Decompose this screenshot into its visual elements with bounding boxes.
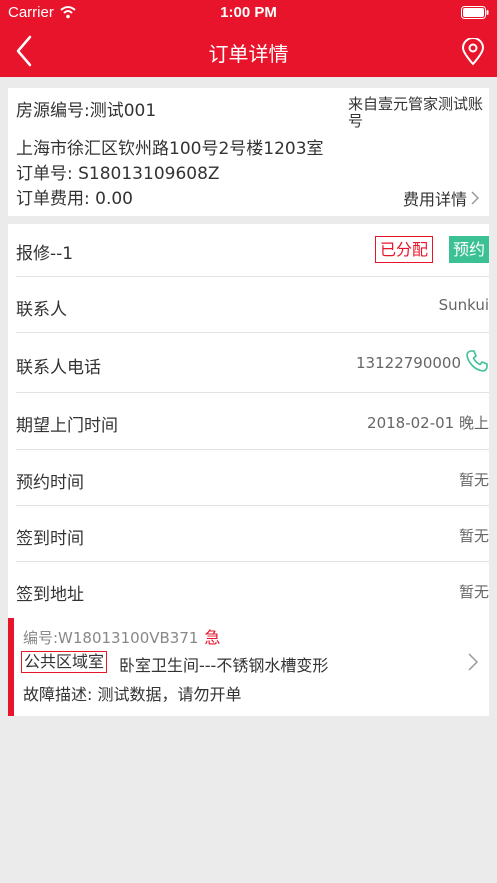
checkin-address-label: 签到地址: [16, 585, 84, 605]
fee-detail-label: 费用详情: [402, 190, 467, 209]
task-code-text: 编号:W18013100VB371: [23, 629, 199, 647]
order-fee: 订单费用: 0.00: [16, 189, 133, 209]
checkin-time-label: 签到时间: [16, 529, 84, 549]
status-time: 1:00 PM: [220, 4, 277, 21]
contact-phone-row[interactable]: 联系人电话 13122790000: [16, 333, 489, 393]
area-tag: 公共区域室: [21, 651, 108, 673]
order-summary-card: 房源编号:测试001 来自壹元管家测试账号 上海市徐汇区钦州路100号2号楼12…: [8, 88, 489, 216]
chevron-right-icon: [468, 653, 479, 671]
fee-detail-link[interactable]: 费用详情: [403, 186, 479, 210]
checkin-address-row: 签到地址 暂无: [16, 562, 489, 618]
repair-detail-card: 报修--1 已分配 预约 联系人 Sunkui 联系人电话 1312279000…: [8, 224, 489, 716]
expected-visit-value: 2018-02-01 晚上: [367, 414, 489, 432]
task-code: 编号:W18013100VB371 急: [23, 624, 220, 648]
status-badge-assigned: 已分配: [374, 236, 433, 263]
appointment-time-value: 暂无: [458, 471, 489, 489]
repair-task-item[interactable]: 编号:W18013100VB371 急 公共区域室 卧室卫生间---不锈钢水槽变形…: [8, 618, 489, 716]
house-code: 房源编号:测试001: [16, 101, 157, 121]
contact-phone-label: 联系人电话: [16, 358, 101, 378]
location-pin-icon[interactable]: [461, 38, 485, 66]
appointment-time-row: 预约时间 暂无: [16, 450, 489, 506]
checkin-time-value: 暂无: [458, 527, 489, 545]
contact-label: 联系人: [16, 300, 67, 320]
expected-visit-row: 期望上门时间 2018-02-01 晚上: [16, 393, 489, 450]
task-description: 故障描述: 测试数据，请勿开单: [23, 685, 242, 704]
contact-row: 联系人 Sunkui: [16, 277, 489, 333]
battery-icon: [461, 6, 489, 19]
status-bar: Carrier 1:00 PM: [0, 0, 497, 26]
urgent-label: 急: [204, 628, 221, 647]
repair-title: 报修--1: [16, 244, 74, 264]
appointment-time-label: 预约时间: [16, 473, 84, 493]
status-badge-booking: 预约: [448, 236, 489, 263]
chevron-right-icon: [471, 191, 479, 205]
contact-phone-value: 13122790000: [356, 354, 461, 372]
expected-visit-label: 期望上门时间: [16, 416, 118, 436]
app-header: Carrier 1:00 PM 订单详情: [0, 0, 497, 77]
phone-icon[interactable]: [465, 349, 489, 373]
contact-value: Sunkui: [438, 296, 489, 314]
order-source: 来自壹元管家测试账号: [348, 95, 484, 130]
order-number: 订单号: S18013109608Z: [16, 164, 220, 184]
repair-header-row: 报修--1 已分配 预约: [16, 224, 489, 277]
navigation-bar: 订单详情: [0, 26, 497, 77]
task-title: 卧室卫生间---不锈钢水槽变形: [119, 656, 329, 675]
checkin-time-row: 签到时间 暂无: [16, 506, 489, 562]
house-address: 上海市徐汇区钦州路100号2号楼1203室: [16, 139, 324, 159]
checkin-address-value: 暂无: [458, 583, 489, 601]
page-title: 订单详情: [208, 42, 289, 66]
urgent-indicator-bar: [8, 618, 14, 716]
